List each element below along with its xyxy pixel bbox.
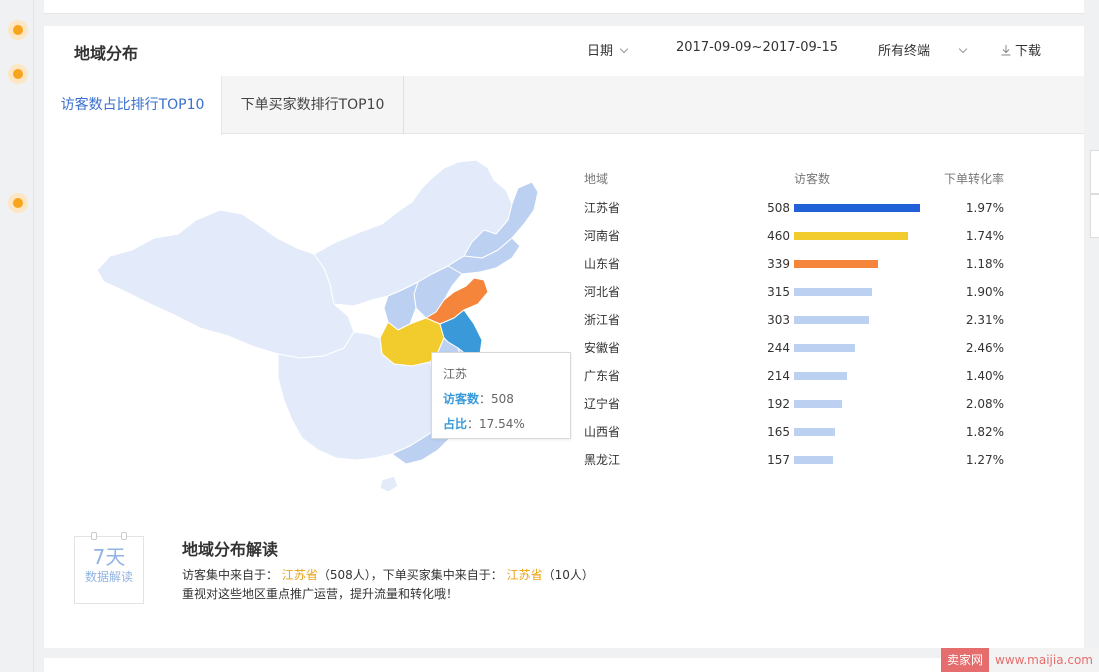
line1-count2: （10人） bbox=[542, 568, 594, 582]
chevron-down-icon bbox=[619, 44, 629, 54]
top-visitor-province: 江苏省 bbox=[281, 568, 318, 582]
region-distribution-card: 地域分布 日期 2017-09-09~2017-09-15 所有终端 下载 访客… bbox=[44, 26, 1084, 648]
visitor-count: 157 bbox=[767, 453, 790, 467]
visitor-count: 192 bbox=[767, 397, 790, 411]
region-name: 江苏省 bbox=[584, 201, 621, 215]
badge-days: 7天 bbox=[92, 545, 126, 569]
region-name: 广东省 bbox=[584, 369, 621, 383]
region-name: 河北省 bbox=[584, 285, 621, 299]
terminal-selector[interactable]: 所有终端 bbox=[878, 40, 968, 59]
column-header-conversion: 下单转化率 bbox=[944, 172, 1005, 186]
region-name: 山西省 bbox=[584, 425, 621, 439]
table-row: 安徽省 244 2.46% bbox=[44, 338, 1084, 366]
tab-visitor-share-top10[interactable]: 访客数占比排行TOP10 bbox=[44, 76, 222, 135]
card-title: 地域分布 bbox=[74, 44, 139, 63]
date-range: 2017-09-09~2017-09-15 bbox=[676, 40, 838, 55]
visitor-bar bbox=[794, 372, 847, 380]
top-buyer-province: 江苏省 bbox=[506, 568, 543, 582]
date-selector[interactable]: 日期 bbox=[587, 40, 629, 59]
visitor-bar bbox=[794, 232, 908, 240]
visitor-count: 165 bbox=[767, 425, 790, 439]
region-name: 山东省 bbox=[584, 257, 621, 271]
region-name: 黑龙江 bbox=[584, 453, 621, 467]
side-panel-tab[interactable] bbox=[1090, 150, 1099, 194]
download-icon bbox=[1001, 45, 1011, 56]
visitor-bar bbox=[794, 204, 920, 212]
watermark-url: www.maijia.com bbox=[989, 648, 1099, 672]
visitor-bar bbox=[794, 456, 833, 464]
table-row: 江苏省 508 1.97% bbox=[44, 198, 1084, 226]
table-row: 辽宁省 192 2.08% bbox=[44, 394, 1084, 422]
download-button[interactable]: 下载 bbox=[1000, 40, 1041, 59]
conversion-rate: 1.27% bbox=[965, 453, 1004, 467]
conversion-rate: 2.08% bbox=[965, 397, 1004, 411]
visitor-count: 303 bbox=[767, 313, 790, 327]
timeline-dot[interactable] bbox=[8, 193, 28, 213]
visitor-bar bbox=[794, 400, 842, 408]
table-row: 广东省 214 1.40% bbox=[44, 366, 1084, 394]
visitor-count: 460 bbox=[767, 229, 790, 243]
interpretation-line-1: 访客集中来自于： 江苏省（508人），下单买家集中来自于： 江苏省（10人） bbox=[182, 566, 594, 583]
tab-buyer-count-top10[interactable]: 下单买家数排行TOP10 bbox=[222, 76, 404, 134]
timeline-dot[interactable] bbox=[8, 64, 28, 84]
column-header-region: 地域 bbox=[584, 172, 609, 186]
table-row: 山西省 165 1.82% bbox=[44, 422, 1084, 450]
map-region-hainan bbox=[379, 475, 399, 493]
site-watermark: 卖家网 www.maijia.com bbox=[940, 648, 1099, 672]
table-row: 黑龙江 157 1.27% bbox=[44, 450, 1084, 478]
conversion-rate: 2.31% bbox=[965, 313, 1004, 327]
calendar-ring bbox=[91, 532, 97, 540]
line1-prefix: 访客集中来自于： bbox=[182, 568, 279, 582]
timeline-line bbox=[33, 0, 34, 672]
chevron-down-icon bbox=[958, 44, 968, 54]
interpretation-line-2: 重视对这些地区重点推广运营，提升流量和转化哦！ bbox=[182, 587, 459, 601]
region-name: 辽宁省 bbox=[584, 397, 621, 411]
badge-caption: 数据解读 bbox=[84, 570, 133, 584]
previous-card bbox=[44, 0, 1084, 14]
download-label: 下载 bbox=[1015, 44, 1042, 59]
region-name: 安徽省 bbox=[584, 341, 621, 355]
timeline-dot[interactable] bbox=[8, 20, 28, 40]
interpretation-title: 地域分布解读 bbox=[182, 540, 279, 559]
visitor-count: 315 bbox=[767, 285, 790, 299]
watermark-logo: 卖家网 bbox=[940, 648, 989, 672]
visitor-bar bbox=[794, 428, 835, 436]
next-card bbox=[44, 658, 1084, 672]
seven-day-badge: 7天 数据解读 bbox=[74, 532, 144, 604]
visitor-bar bbox=[794, 260, 878, 268]
visitor-count: 508 bbox=[767, 201, 790, 215]
visitor-bar bbox=[794, 288, 872, 296]
table-row: 河北省 315 1.90% bbox=[44, 282, 1084, 310]
visitor-bar bbox=[794, 316, 869, 324]
line1-count: （508人），下单买家集中来自于： bbox=[317, 568, 503, 582]
conversion-rate: 1.97% bbox=[965, 201, 1004, 215]
region-name: 河南省 bbox=[584, 229, 621, 243]
tab-bar: 访客数占比排行TOP10 下单买家数排行TOP10 bbox=[44, 76, 1084, 135]
conversion-rate: 1.40% bbox=[965, 369, 1004, 383]
column-header-visitors: 访客数 bbox=[794, 172, 831, 186]
date-label: 日期 bbox=[587, 44, 614, 59]
conversion-rate: 2.46% bbox=[965, 341, 1004, 355]
table-row: 山东省 339 1.18% bbox=[44, 254, 1084, 282]
conversion-rate: 1.18% bbox=[965, 257, 1004, 271]
visitor-count: 244 bbox=[767, 341, 790, 355]
table-row: 浙江省 303 2.31% bbox=[44, 310, 1084, 338]
conversion-rate: 1.90% bbox=[965, 285, 1004, 299]
conversion-rate: 1.82% bbox=[965, 425, 1004, 439]
timeline-rail bbox=[0, 0, 34, 672]
terminal-label: 所有终端 bbox=[878, 44, 931, 59]
region-name: 浙江省 bbox=[584, 313, 621, 327]
table-row: 河南省 460 1.74% bbox=[44, 226, 1084, 254]
side-panel-tab[interactable] bbox=[1090, 194, 1099, 238]
visitor-count: 339 bbox=[767, 257, 790, 271]
calendar-ring bbox=[121, 532, 127, 540]
visitor-count: 214 bbox=[767, 369, 790, 383]
visitor-bar bbox=[794, 344, 855, 352]
conversion-rate: 1.74% bbox=[965, 229, 1004, 243]
